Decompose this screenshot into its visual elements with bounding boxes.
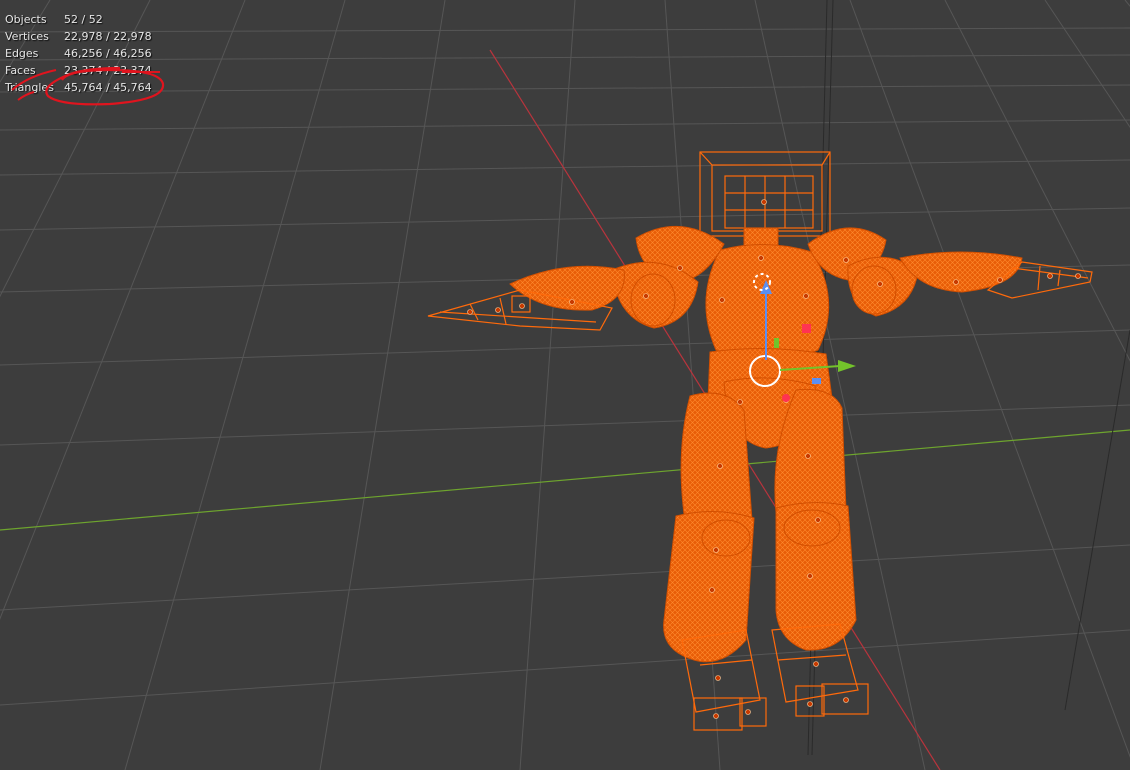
stat-label: Faces [5, 64, 36, 77]
stat-value: 46,256 / 46,256 [64, 47, 152, 60]
gizmo-plane-handle [774, 338, 779, 348]
scene-statistics-overlay: Objects 52 / 52 Vertices 22,978 / 22,978… [5, 11, 152, 96]
floor-grid [0, 0, 1130, 770]
stat-label: Vertices [5, 30, 49, 43]
stat-label: Objects [5, 13, 47, 26]
stat-row-triangles: Triangles 45,764 / 45,764 [5, 79, 152, 96]
stat-row-objects: Objects 52 / 52 [5, 11, 152, 28]
stat-label: Edges [5, 47, 39, 60]
head-cage [699, 151, 831, 237]
scene-canvas[interactable] [0, 0, 1130, 770]
stat-value: 22,978 / 22,978 [64, 30, 152, 43]
stat-row-vertices: Vertices 22,978 / 22,978 [5, 28, 152, 45]
3d-viewport[interactable]: Objects 52 / 52 Vertices 22,978 / 22,978… [0, 0, 1130, 770]
gizmo-plane-handle [802, 324, 811, 333]
stat-value: 52 / 52 [64, 13, 103, 26]
stat-value: 23,374 / 23,374 [64, 64, 152, 77]
stat-label: Triangles [5, 81, 54, 94]
y-axis-line [0, 429, 1130, 531]
gizmo-plane-handle [812, 378, 821, 384]
stat-row-edges: Edges 46,256 / 46,256 [5, 45, 152, 62]
robot-model[interactable] [427, 151, 1093, 731]
reference-line [1064, 329, 1130, 711]
stat-row-faces: Faces 23,374 / 23,374 [5, 62, 152, 79]
gizmo-x-arrow [838, 360, 856, 372]
gizmo-y-handle [782, 394, 790, 402]
stat-value: 45,764 / 45,764 [64, 81, 152, 94]
